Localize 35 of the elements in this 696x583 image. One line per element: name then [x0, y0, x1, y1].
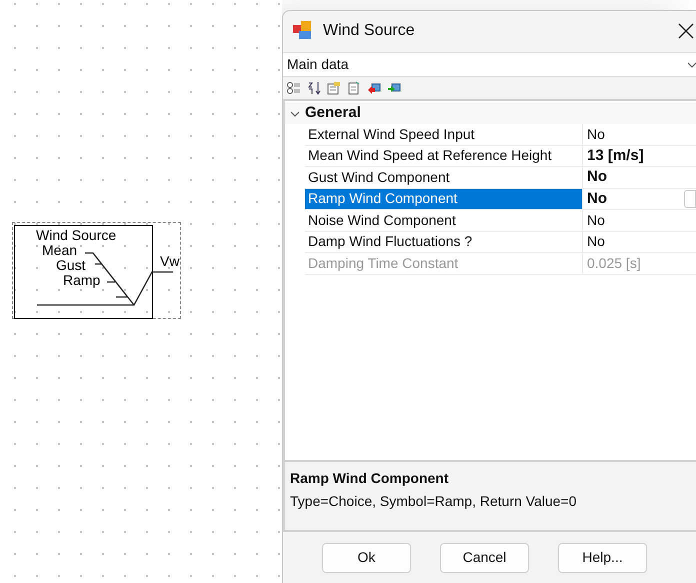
property-name[interactable]: Noise Wind Component: [305, 210, 583, 232]
categorized-icon[interactable]: [287, 81, 301, 95]
description-text: Type=Choice, Symbol=Ramp, Return Value=0: [290, 492, 578, 511]
section-dropdown[interactable]: Main data: [283, 52, 696, 77]
input-port-label: Ramp: [63, 272, 100, 288]
app-icon: [293, 21, 313, 41]
export-icon[interactable]: [387, 81, 401, 95]
dialog-button[interactable]: Cancel: [440, 542, 529, 572]
property-name[interactable]: Damp Wind Fluctuations ?: [305, 232, 583, 253]
property-value[interactable]: No: [587, 231, 605, 252]
property-pages-icon[interactable]: [327, 81, 341, 95]
property-name[interactable]: Ramp Wind Component: [305, 188, 583, 210]
block-title: Wind Source: [36, 227, 116, 243]
document-icon[interactable]: [347, 81, 361, 95]
input-port-label: Mean: [42, 242, 78, 258]
chevron-down-icon: [688, 62, 696, 68]
property-name[interactable]: Mean Wind Speed at Reference Height: [305, 146, 583, 167]
dialog-button[interactable]: Ok: [322, 542, 411, 572]
property-name[interactable]: External Wind Speed Input: [305, 124, 583, 146]
group-header: General: [305, 103, 361, 124]
collapse-icon[interactable]: [291, 110, 299, 116]
property-value[interactable]: No: [587, 188, 607, 210]
close-icon[interactable]: [678, 23, 694, 39]
property-value[interactable]: No: [587, 124, 605, 145]
import-icon[interactable]: [367, 81, 381, 95]
window-title: Wind Source: [323, 21, 415, 41]
description-title: Ramp Wind Component: [290, 469, 450, 488]
selection-outline[interactable]: Wind Source Mean Gust Ramp Vw: [12, 222, 181, 319]
dialog-button[interactable]: Help...: [558, 542, 647, 572]
property-value[interactable]: 13 [m/s]: [587, 144, 644, 167]
output-port-label: Vw: [160, 253, 180, 269]
property-value[interactable]: No: [587, 166, 607, 188]
property-value[interactable]: No: [587, 210, 605, 231]
sort-icon[interactable]: [307, 81, 321, 95]
input-port-label: Gust: [56, 257, 86, 273]
